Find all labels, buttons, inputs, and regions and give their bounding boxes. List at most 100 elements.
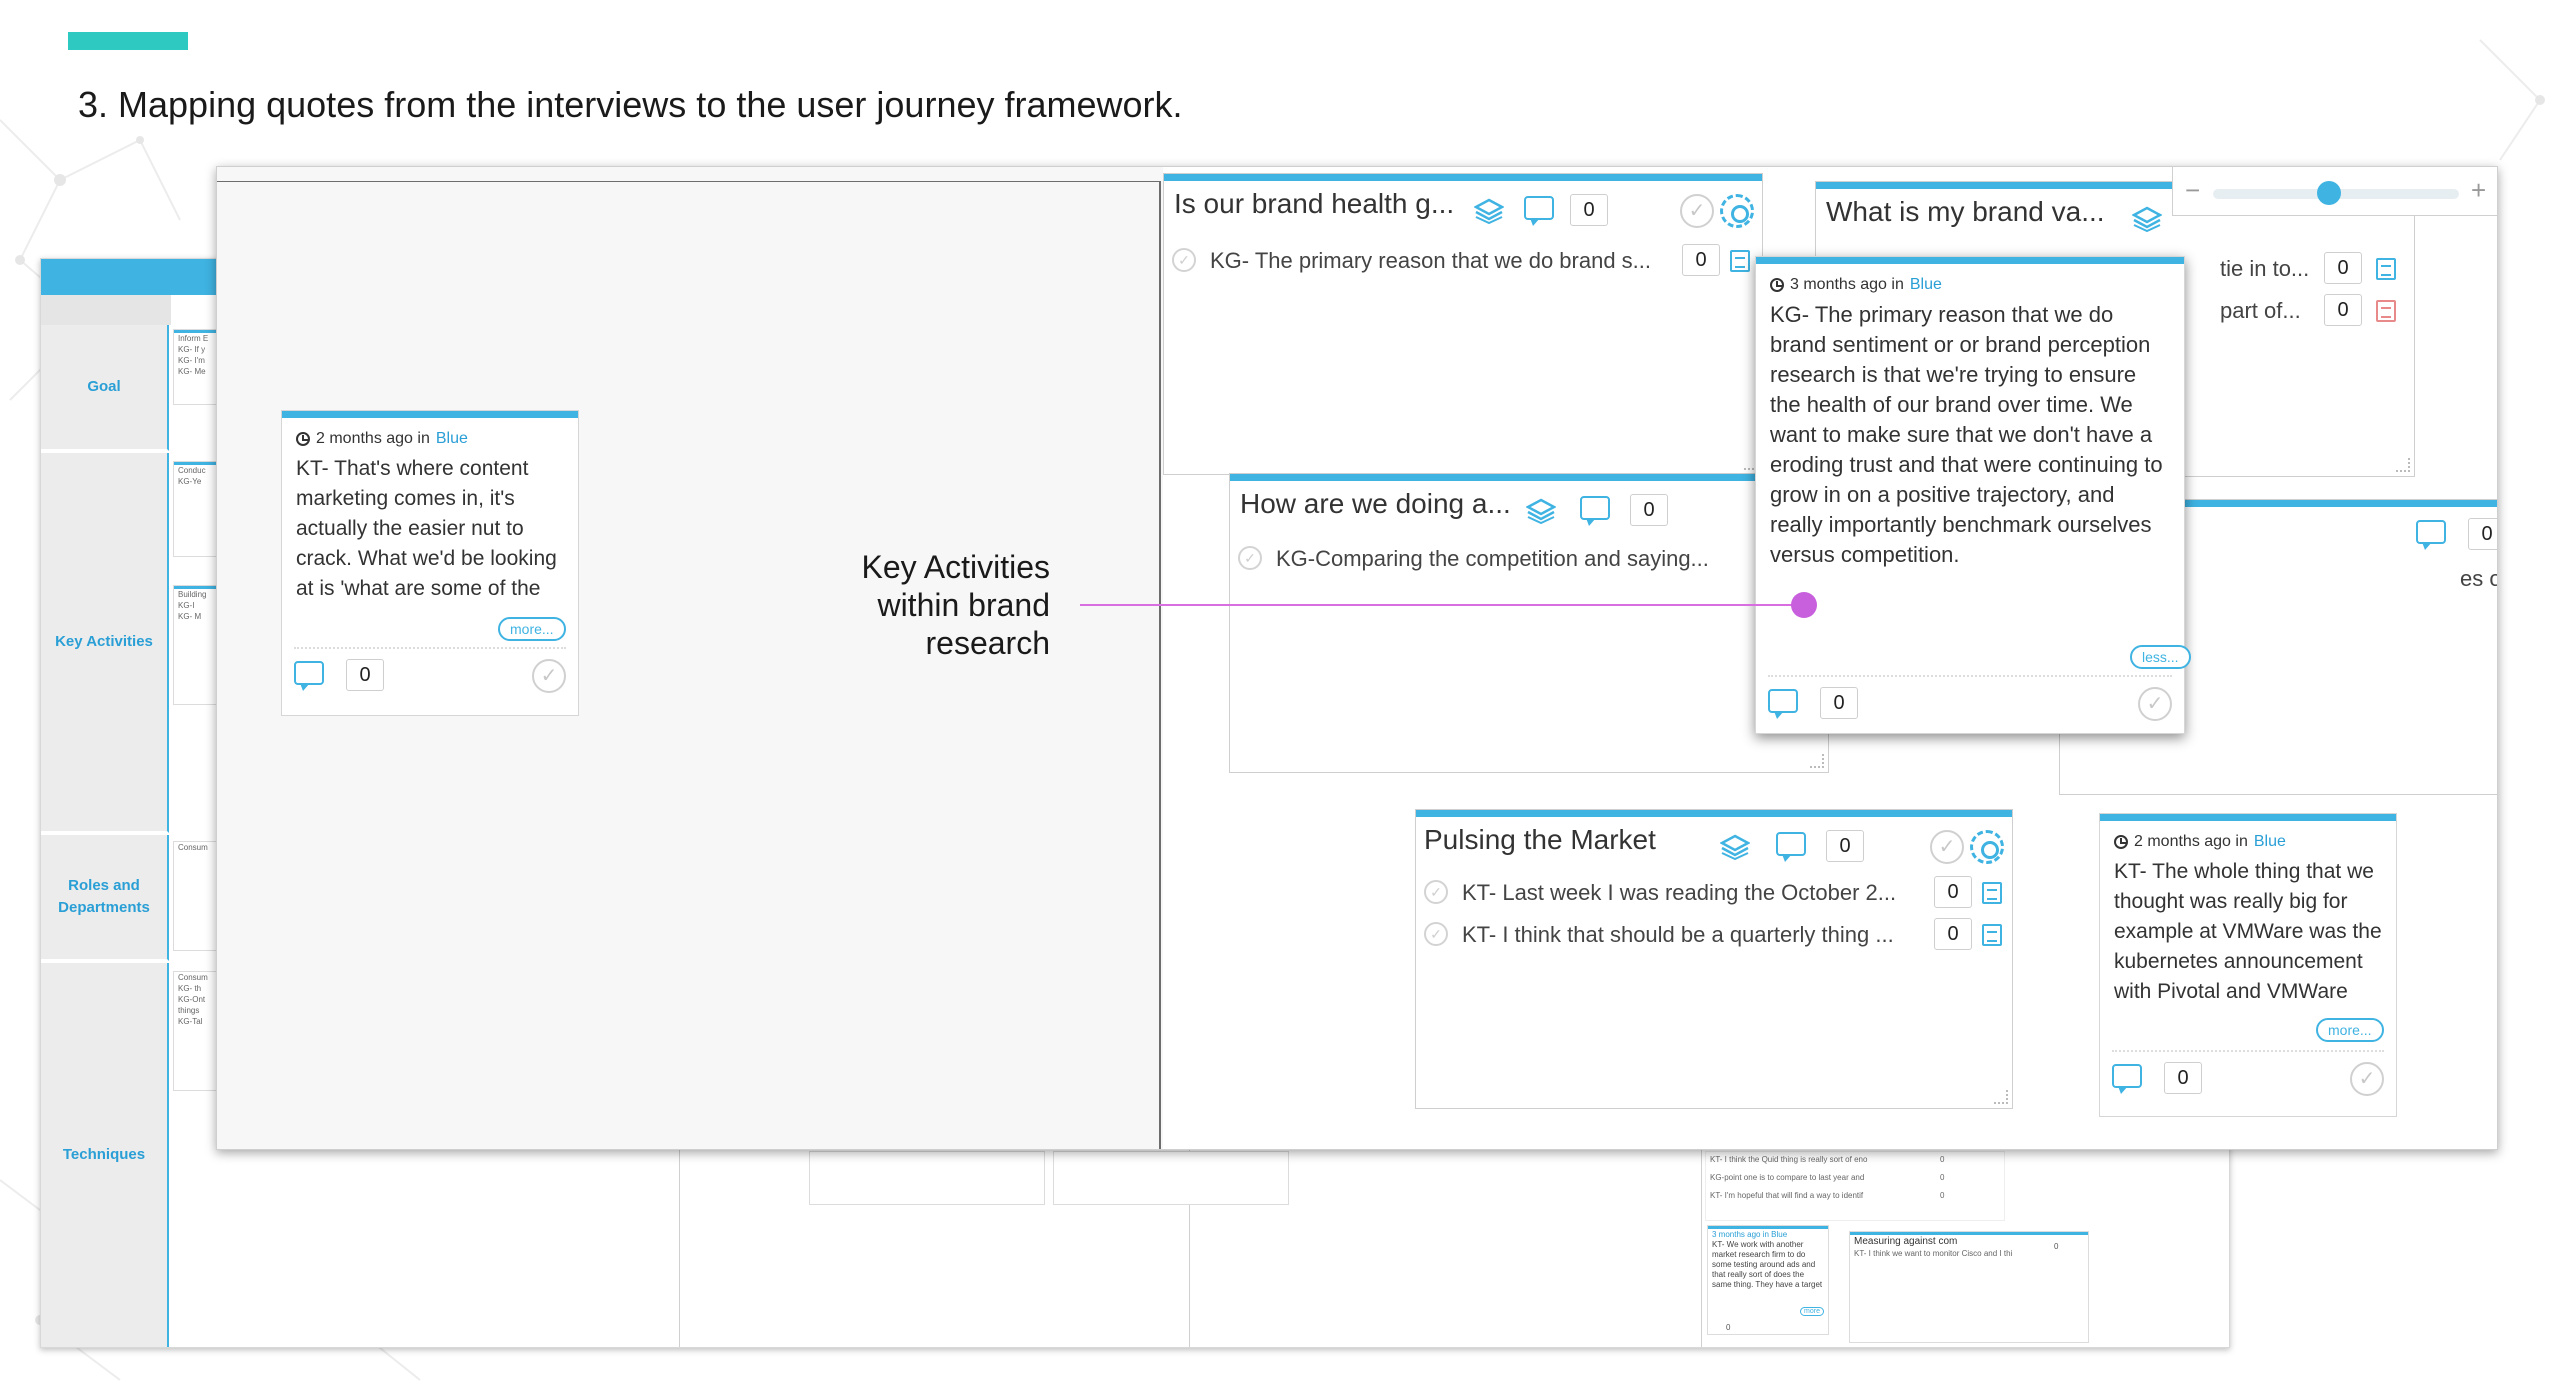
mini-line: KG-I	[178, 601, 195, 610]
mini-line: KG- I'm	[178, 356, 205, 365]
group-title[interactable]: What is my brand va...	[1826, 196, 2126, 228]
check-icon[interactable]: ✓	[1172, 248, 1196, 272]
list-item[interactable]: tie in to... 0	[2216, 252, 2416, 288]
document-icon[interactable]	[2376, 258, 2396, 280]
item-count: 0	[1682, 244, 1720, 276]
list-item[interactable]: ✓ KG-Comparing the competition and sayin…	[1238, 542, 1818, 578]
annotation-line: research	[925, 625, 1051, 661]
mini-line: KT- I'm hopeful that will find a way to …	[1710, 1191, 1864, 1200]
group-pulsing-the-market[interactable]: Pulsing the Market 0 ✓ ✓ KT- Last week I…	[1415, 809, 2013, 1109]
comment-icon[interactable]	[1524, 196, 1554, 226]
check-icon[interactable]: ✓	[1238, 546, 1262, 570]
item-text: part of...	[2220, 298, 2301, 323]
mini-line: KG-Tal	[178, 1017, 203, 1026]
more-pill[interactable]: more...	[2316, 1018, 2384, 1042]
item-text: KG-Comparing the competition and saying.…	[1276, 546, 1709, 571]
card-topbar	[282, 411, 578, 418]
card-tag[interactable]: Blue	[1910, 276, 1942, 294]
comment-count: 0	[2164, 1062, 2202, 1094]
mini-line: KG- If y	[178, 345, 206, 354]
item-text: KT- Last week I was reading the October …	[1462, 880, 1897, 905]
layers-icon[interactable]	[1720, 834, 1750, 860]
more-pill[interactable]: more...	[498, 617, 566, 641]
group-title[interactable]: Is our brand health g...	[1174, 188, 1474, 220]
mini-more-pill[interactable]: more	[1800, 1307, 1824, 1316]
annotation-label: Key Activities within brand research	[820, 548, 1050, 662]
zoom-out-button[interactable]: −	[2185, 175, 2200, 206]
mini-card[interactable]: Consum	[173, 841, 217, 951]
resize-handle[interactable]	[2396, 458, 2410, 472]
grid-divider	[679, 1149, 680, 1347]
mini-group-count: 0	[2054, 1242, 2059, 1251]
comment-count: 0	[1820, 687, 1858, 719]
mini-card-empty[interactable]	[809, 1151, 1045, 1205]
list-item[interactable]: ✓ KG- The primary reason that we do bran…	[1172, 244, 1752, 280]
mini-card[interactable]: Conduc KG-Ye	[173, 461, 217, 557]
document-icon[interactable]	[1982, 882, 2002, 904]
row-label-text: Techniques	[62, 1146, 146, 1163]
card-tag[interactable]: Blue	[2254, 833, 2286, 851]
clock-icon	[1770, 278, 1784, 292]
mini-count: 0	[1940, 1191, 1945, 1200]
group-brand-health[interactable]: Is our brand health g... 0 ✓ ✓ KG- The p…	[1163, 173, 1763, 475]
mini-quote-meta: 3 months ago in Blue	[1712, 1230, 1788, 1239]
zoom-slider-thumb[interactable]	[2316, 181, 2341, 205]
less-pill[interactable]: less...	[2130, 645, 2191, 669]
item-count: 0	[2324, 252, 2362, 284]
group-title[interactable]: Pulsing the Market	[1424, 824, 1724, 856]
list-item[interactable]: es of succes... 0	[2460, 562, 2497, 598]
group-topbar	[1230, 474, 1828, 481]
quote-card-popup[interactable]: 3 months ago in Blue KG- The primary rea…	[1755, 256, 2191, 734]
comment-icon[interactable]	[2416, 520, 2446, 550]
mini-card[interactable]: Inform E KG- If y KG- I'm KG- Me	[173, 329, 217, 405]
document-icon[interactable]	[1730, 250, 1750, 272]
comment-icon[interactable]	[1580, 496, 1610, 526]
page-title: 3. Mapping quotes from the interviews to…	[78, 84, 1183, 125]
mini-quote-card[interactable]: 3 months ago in Blue KT- We work with an…	[1707, 1225, 1829, 1335]
row-label-goal: Goal	[41, 325, 169, 451]
card-tag[interactable]: Blue	[436, 430, 468, 448]
check-icon[interactable]: ✓	[1424, 922, 1448, 946]
gear-icon[interactable]	[1970, 830, 2004, 864]
mini-card-count: 0	[1726, 1323, 1731, 1332]
resize-handle[interactable]	[1994, 1090, 2008, 1104]
check-icon[interactable]: ✓	[1424, 880, 1448, 904]
mini-card-empty[interactable]	[1053, 1151, 1289, 1205]
check-icon[interactable]: ✓	[1680, 194, 1714, 228]
list-item[interactable]: part of... 0	[2216, 294, 2416, 330]
mini-list[interactable]: KT- I think the Quid thing is really sor…	[1705, 1151, 2005, 1221]
framework-header-cell	[41, 295, 171, 325]
card-time: 2 months ago in	[2134, 833, 2248, 850]
group-how-are-we-doing[interactable]: How are we doing a... 0 ✓ KG-Comparing t…	[1229, 473, 1829, 773]
check-icon[interactable]: ✓	[2350, 1062, 2384, 1096]
layers-icon[interactable]	[1474, 198, 1504, 224]
gear-icon[interactable]	[1720, 194, 1754, 228]
mini-group[interactable]: Measuring against com KT- I think we wan…	[1849, 1231, 2089, 1343]
document-icon[interactable]	[2376, 300, 2396, 322]
check-icon[interactable]: ✓	[532, 659, 566, 693]
comment-icon[interactable]	[294, 661, 324, 691]
card-meta: 3 months ago in Blue	[1756, 264, 2184, 294]
document-icon[interactable]	[1982, 924, 2002, 946]
zoom-control[interactable]: − +	[2172, 166, 2498, 216]
comment-icon[interactable]	[2112, 1064, 2142, 1094]
quote-card-right[interactable]: 2 months ago in Blue KT- The whole thing…	[2099, 813, 2397, 1117]
group-title[interactable]: How are we doing a...	[1240, 488, 1530, 520]
row-label-text: Roles and Departments	[58, 877, 150, 916]
list-item[interactable]: ✓ KT- Last week I was reading the Octobe…	[1424, 876, 2004, 912]
mini-card[interactable]: Consum KG- th KG-Ont things KG-Tal	[173, 971, 217, 1091]
check-icon[interactable]: ✓	[2138, 687, 2172, 721]
comment-icon[interactable]	[1768, 689, 1798, 719]
zoom-in-button[interactable]: +	[2471, 175, 2486, 206]
list-item[interactable]: ✓ KT- I think that should be a quarterly…	[1424, 918, 2004, 954]
layers-icon[interactable]	[1526, 498, 1556, 524]
mini-card[interactable]: Building KG-I KG- M	[173, 585, 217, 705]
layers-icon[interactable]	[2132, 206, 2162, 232]
resize-handle[interactable]	[1810, 754, 1824, 768]
check-icon[interactable]: ✓	[1930, 830, 1964, 864]
accent-bar	[68, 32, 188, 50]
quote-card-left[interactable]: 2 months ago in Blue KT- That's where co…	[281, 410, 579, 716]
comment-icon[interactable]	[1776, 832, 1806, 862]
card-topbar	[1756, 257, 2184, 264]
comment-count: 0	[1630, 494, 1668, 526]
